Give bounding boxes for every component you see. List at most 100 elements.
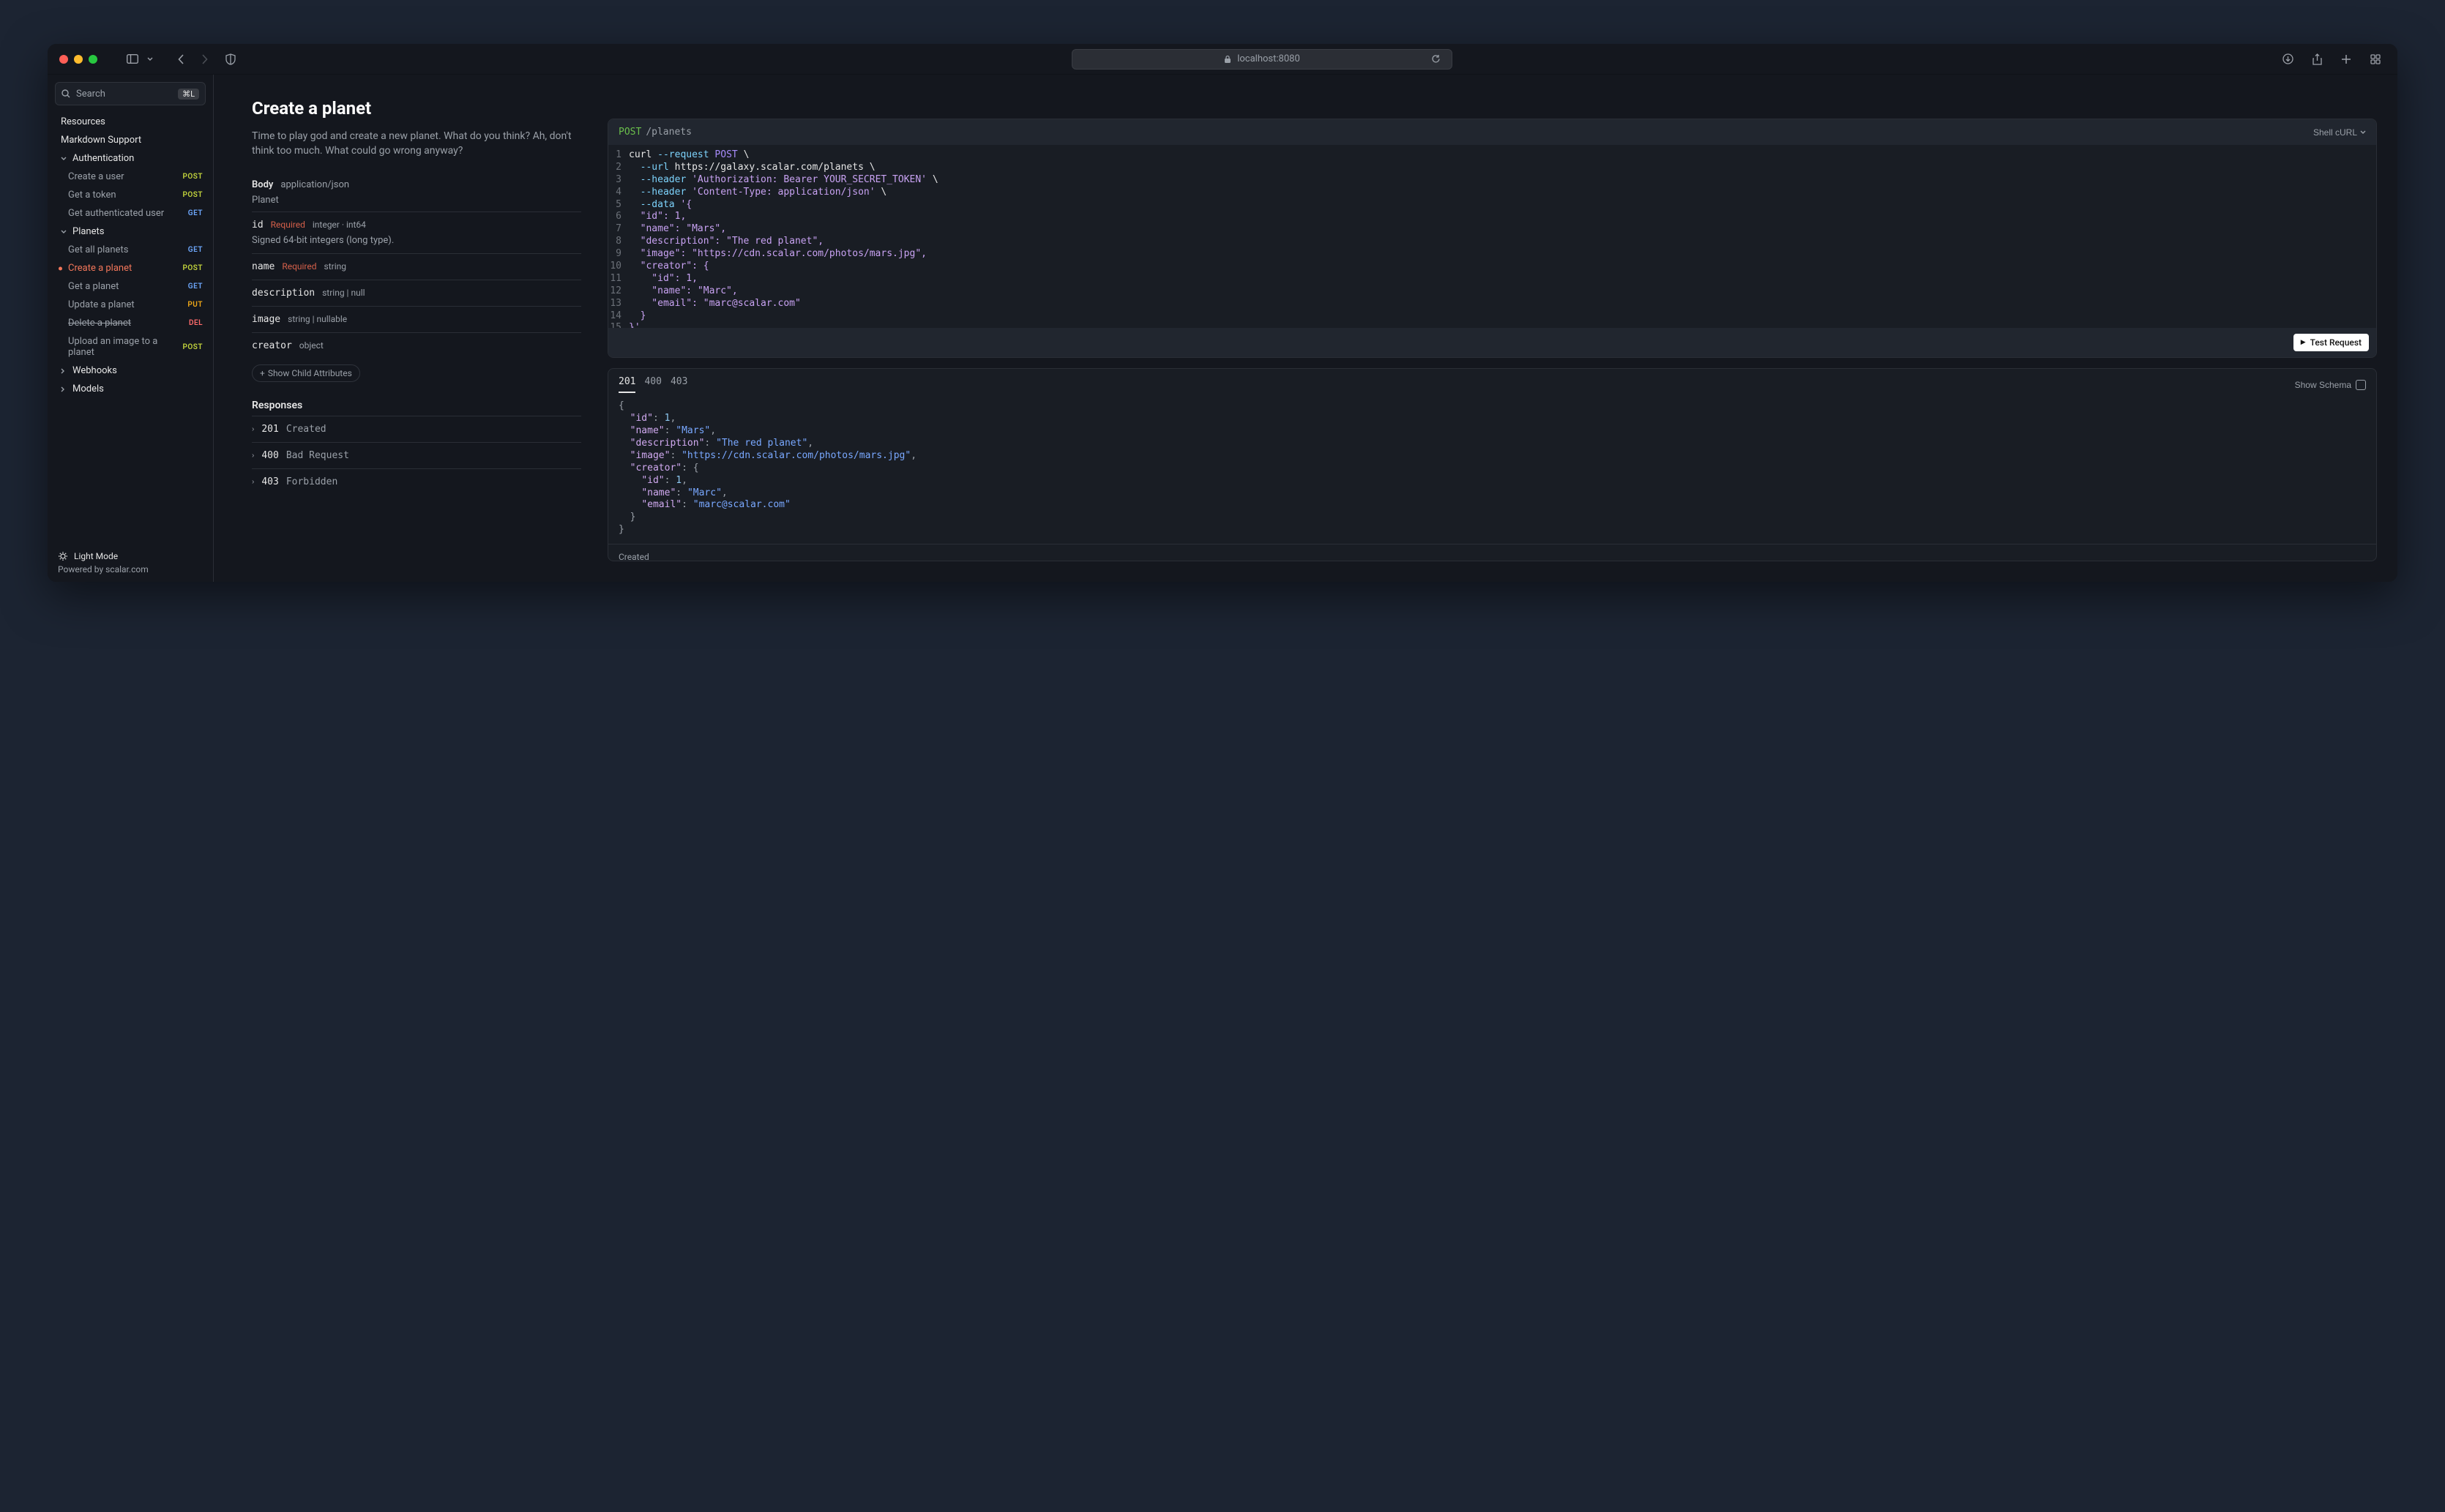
close-window-button[interactable] — [59, 55, 68, 64]
sidebar-item[interactable]: Create a planetPOST — [53, 259, 207, 277]
maximize-window-button[interactable] — [89, 55, 97, 64]
request-panel: POST /planets Shell cURL 1curl --request… — [608, 119, 2377, 358]
downloads-icon[interactable] — [2277, 49, 2298, 70]
response-message: Forbidden — [286, 476, 337, 487]
response-tabs: 201 400 403 Show Schema — [608, 369, 2376, 393]
powered-by: Powered by scalar.com — [58, 564, 203, 575]
body-section-label: Body application/json — [252, 175, 581, 195]
nav-back-button[interactable] — [171, 49, 191, 70]
method-badge: DEL — [189, 319, 203, 327]
response-code: 403 — [261, 476, 278, 487]
chevron-down-icon[interactable] — [144, 49, 156, 70]
chevron-icon — [61, 386, 70, 392]
param-row: description string | null — [252, 280, 581, 306]
minimize-window-button[interactable] — [74, 55, 83, 64]
sidebar-group[interactable]: Models — [53, 380, 207, 398]
search-icon — [61, 89, 70, 98]
show-child-attributes-button[interactable]: + Show Child Attributes — [252, 364, 360, 382]
sidebar-item-label: Create a planet — [68, 263, 132, 274]
param-type: object — [299, 340, 324, 351]
language-selector[interactable]: Shell cURL — [2313, 127, 2366, 138]
response-tab[interactable]: 403 — [671, 376, 687, 393]
sidebar-group[interactable]: Authentication — [53, 149, 207, 168]
body-label-text: Body — [252, 179, 273, 190]
method-badge: POST — [182, 173, 203, 181]
code-block[interactable]: 1curl --request POST \2 --url https://ga… — [608, 145, 2376, 328]
response-message: Created — [286, 424, 326, 435]
light-mode-toggle[interactable]: Light Mode — [58, 551, 203, 564]
chevron-right-icon: › — [252, 425, 254, 433]
response-json[interactable]: { "id": 1, "name": "Mars", "description"… — [608, 393, 2376, 544]
response-row[interactable]: › 403 Forbidden — [252, 468, 581, 495]
sidebar-group-label: Models — [72, 383, 104, 394]
responses-heading: Responses — [252, 400, 581, 416]
response-status: Created — [608, 544, 2376, 561]
chevron-right-icon: › — [252, 452, 254, 460]
chevron-icon — [61, 157, 70, 160]
param-name: id — [252, 220, 264, 231]
sidebar-item[interactable]: Markdown Support — [53, 131, 207, 149]
tab-overview-icon[interactable] — [2365, 49, 2386, 70]
responses-list: › 201 Created› 400 Bad Request› 403 Forb… — [252, 416, 581, 495]
show-schema-label: Show Schema — [2295, 380, 2351, 390]
sidebar-item[interactable]: Delete a planetDEL — [53, 314, 207, 332]
search-input[interactable]: Search ⌘L — [55, 82, 206, 105]
chevron-down-icon — [2360, 130, 2366, 134]
request-path: /planets — [646, 127, 692, 138]
sidebar-item[interactable]: Create a userPOST — [53, 168, 207, 186]
method-badge: PUT — [187, 301, 203, 309]
response-message: Bad Request — [286, 450, 349, 461]
sidebar-footer: Light Mode Powered by scalar.com — [53, 545, 207, 576]
reload-icon[interactable] — [1425, 49, 1446, 70]
sidebar-item[interactable]: Get a planetGET — [53, 277, 207, 296]
sidebar-item[interactable]: Get all planetsGET — [53, 241, 207, 259]
param-description: Signed 64-bit integers (long type). — [252, 235, 581, 246]
param-name: name — [252, 261, 275, 272]
page-title: Create a planet — [252, 98, 581, 119]
request-panel-footer: ▶ Test Request — [608, 328, 2376, 357]
param-row: creator object — [252, 332, 581, 359]
play-icon: ▶ — [2301, 339, 2306, 346]
sidebar-item[interactable]: Resources — [53, 113, 207, 131]
sidebar-item[interactable]: Get authenticated userGET — [53, 204, 207, 222]
response-code: 400 — [261, 450, 278, 461]
response-panel: 201 400 403 Show Schema { "id": 1, "name":… — [608, 368, 2377, 561]
response-row[interactable]: › 400 Bad Request — [252, 442, 581, 468]
url-bar[interactable]: localhost:8080 — [1072, 49, 1452, 70]
param-type: string | null — [322, 288, 365, 298]
sidebar-item-label: Get a token — [68, 190, 116, 201]
show-schema-toggle[interactable]: Show Schema — [2295, 380, 2366, 390]
method-badge: GET — [188, 209, 203, 217]
child-attrs-label: Show Child Attributes — [268, 368, 352, 378]
sidebar-item[interactable]: Upload an image to a planetPOST — [53, 332, 207, 362]
body-content-type: application/json — [280, 179, 349, 190]
shield-icon[interactable] — [220, 49, 241, 70]
param-row: image string | nullable — [252, 306, 581, 332]
sidebar-toggle-icon[interactable] — [122, 49, 143, 70]
sidebar-item-label: Update a planet — [68, 299, 135, 310]
share-icon[interactable] — [2307, 49, 2327, 70]
url-text: localhost:8080 — [1237, 53, 1300, 64]
chevron-right-icon: › — [252, 478, 254, 486]
response-tab[interactable]: 400 — [644, 376, 661, 393]
param-row: name Required string — [252, 253, 581, 280]
sidebar-item[interactable]: Get a tokenPOST — [53, 186, 207, 204]
sidebar-item[interactable]: Update a planet PUT — [53, 296, 207, 314]
request-panel-header: POST /planets Shell cURL — [608, 119, 2376, 145]
new-tab-icon[interactable] — [2336, 49, 2356, 70]
sidebar-group-label: Planets — [72, 226, 104, 237]
checkbox-icon — [2356, 380, 2366, 390]
sidebar-group[interactable]: Webhooks — [53, 362, 207, 380]
response-row[interactable]: › 201 Created — [252, 416, 581, 442]
param-name: description — [252, 288, 315, 299]
param-type: integer · int64 — [313, 220, 366, 230]
sidebar-item-label: Get all planets — [68, 244, 128, 255]
active-dot — [59, 266, 62, 270]
response-tab[interactable]: 201 — [619, 376, 635, 393]
nav-forward-button[interactable] — [194, 49, 214, 70]
test-request-button[interactable]: ▶ Test Request — [2293, 334, 2369, 351]
sidebar-group[interactable]: Planets — [53, 222, 207, 241]
param-required: Required — [271, 220, 305, 230]
schema-title: Planet — [252, 195, 581, 212]
param-required: Required — [282, 261, 316, 272]
